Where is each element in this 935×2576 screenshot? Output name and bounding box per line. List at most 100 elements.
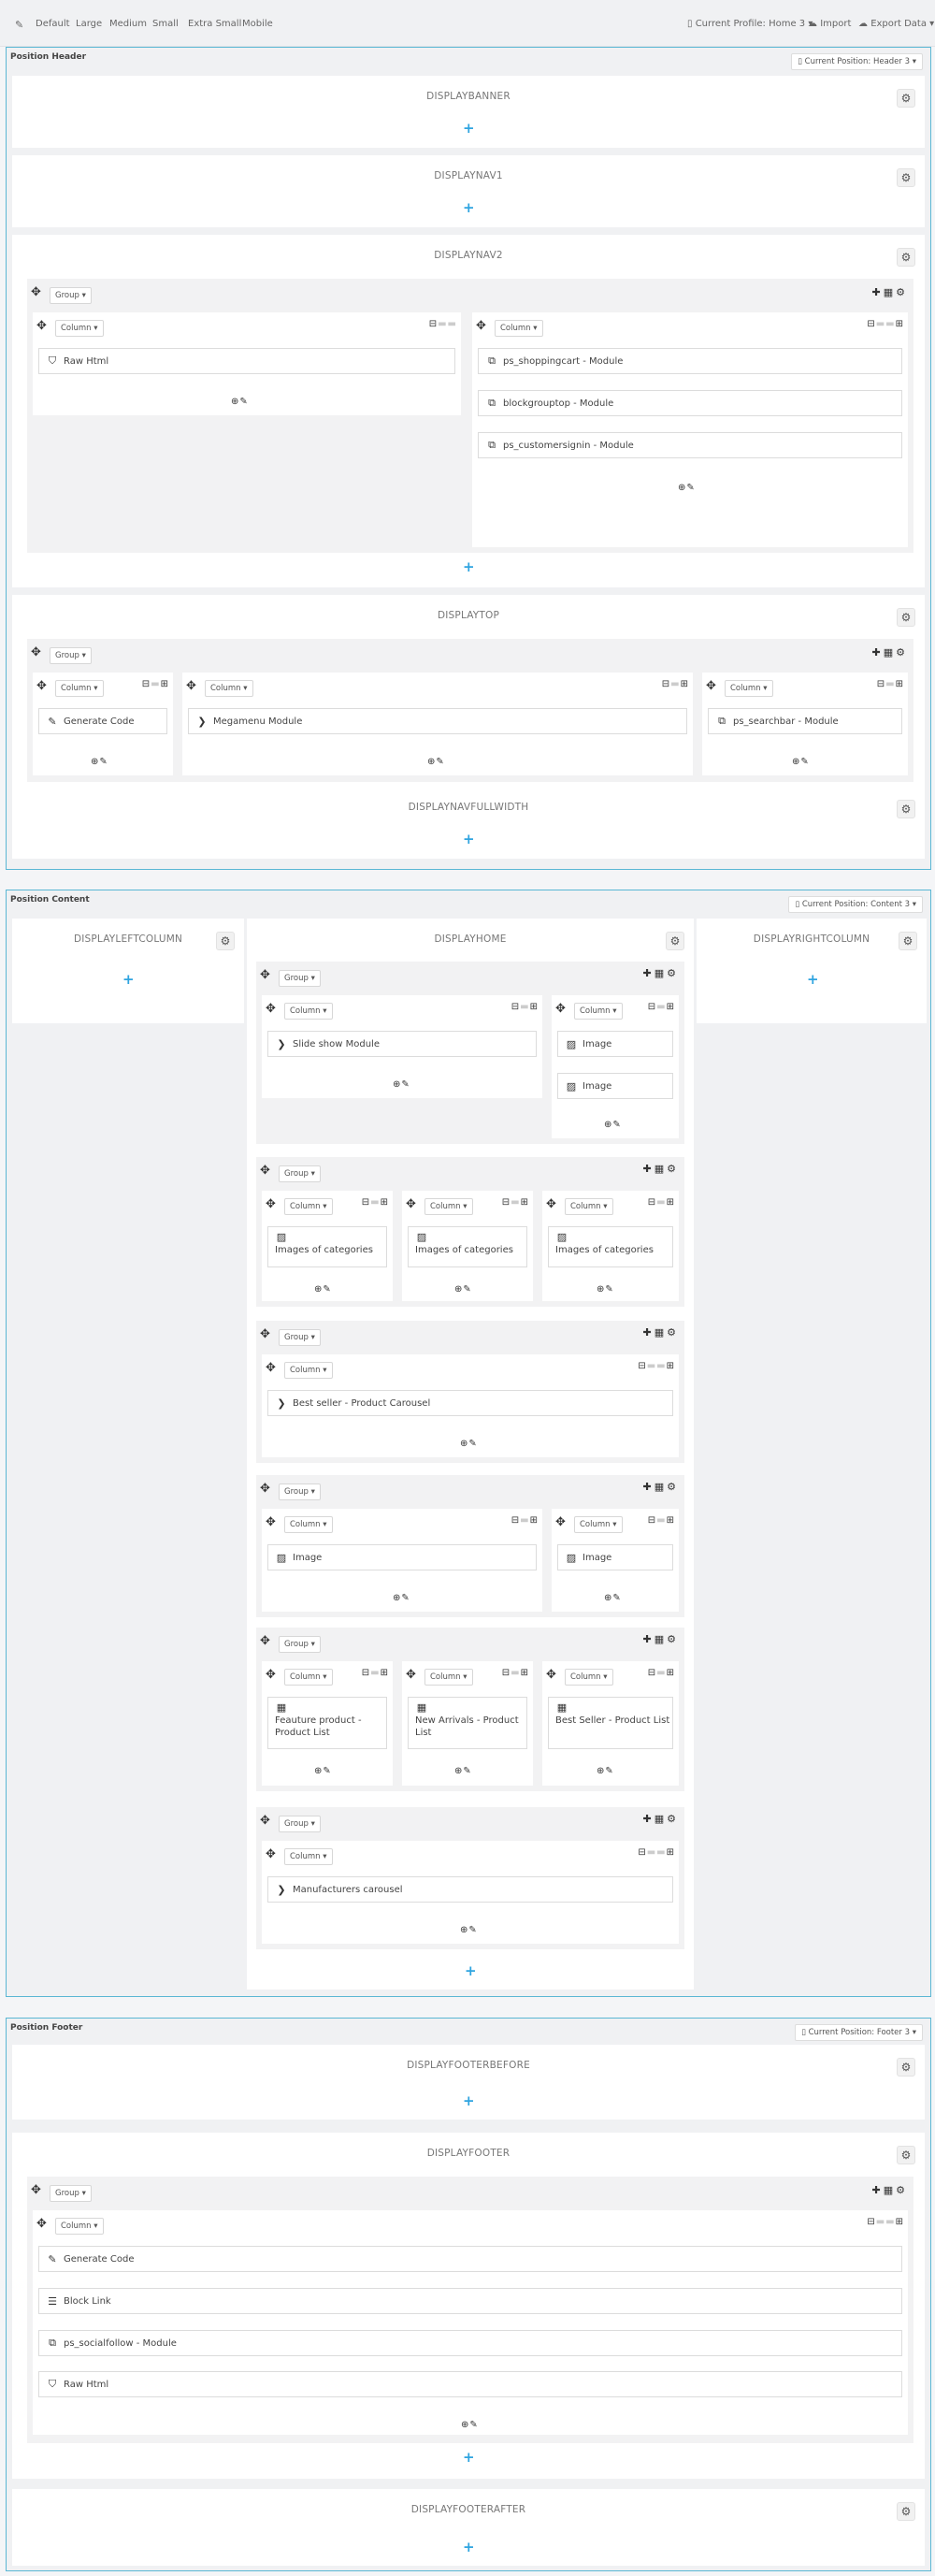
add-column-icon[interactable]: ✚	[643, 1481, 654, 1493]
minus-icon[interactable]: ⊟	[362, 1197, 370, 1208]
group-dropdown[interactable]: Group ▾	[279, 1816, 321, 1832]
gear-icon[interactable]: ⚙	[667, 1633, 679, 1645]
plus-box-icon[interactable]: ⊞	[681, 679, 689, 689]
minus-icon[interactable]: ⊟	[867, 319, 875, 329]
add-group-icon[interactable]: +	[463, 201, 475, 215]
group-dropdown[interactable]: Group ▾	[50, 647, 92, 664]
widget-image[interactable]: ▨ Image	[557, 1073, 673, 1099]
minus-icon[interactable]: ⊟	[502, 1668, 511, 1678]
move-icon[interactable]: ✥	[260, 1165, 270, 1177]
move-icon[interactable]: ✥	[31, 646, 41, 658]
add-column-icon[interactable]: ✚	[643, 1813, 654, 1825]
device-medium[interactable]: Medium	[109, 19, 147, 29]
add-widget-icon[interactable]: ⊕	[393, 1593, 401, 1603]
add-column-icon[interactable]: ✚	[643, 1163, 654, 1175]
export-data-button[interactable]: ☁ Export Data ▾	[858, 19, 934, 29]
widget-ps-socialfollow[interactable]: ⧉ ps_socialfollow - Module	[38, 2330, 902, 2356]
column-dropdown[interactable]: Column ▾	[284, 1198, 333, 1215]
plus-box-icon[interactable]: ⊞	[381, 1197, 389, 1208]
gear-icon[interactable]: ⚙	[667, 1481, 679, 1493]
add-widget-icon[interactable]: ⊕	[314, 1284, 323, 1295]
edit-icon[interactable]: ✎	[463, 1284, 471, 1295]
widget-slideshow[interactable]: ❯ Slide show Module	[267, 1031, 537, 1057]
move-icon[interactable]: ✥	[266, 1848, 276, 1860]
widget-megamenu[interactable]: ❯ Megamenu Module	[188, 708, 687, 734]
column-dropdown[interactable]: Column ▾	[55, 2218, 104, 2235]
add-group-icon[interactable]: +	[463, 832, 475, 847]
import-button[interactable]: ☁ Import	[808, 19, 851, 29]
widget-manufacturers-carousel[interactable]: ❯ Manufacturers carousel	[267, 1876, 673, 1903]
column-dropdown[interactable]: Column ▾	[574, 1003, 623, 1020]
plus-box-icon[interactable]: ⊞	[667, 1668, 675, 1678]
add-widget-icon[interactable]: ⊕	[454, 1284, 463, 1295]
column-dropdown[interactable]: Column ▾	[574, 1516, 623, 1533]
group-dropdown[interactable]: Group ▾	[279, 970, 321, 987]
group-dropdown[interactable]: Group ▾	[50, 2185, 92, 2202]
minus-icon[interactable]: ⊟	[362, 1668, 370, 1678]
move-icon[interactable]: ✥	[186, 680, 196, 692]
add-widget-icon[interactable]: ⊕	[604, 1593, 612, 1603]
gear-icon[interactable]: ⚙	[897, 800, 915, 818]
current-position-footer-button[interactable]: ▯ Current Position: Footer 3 ▾	[795, 2024, 923, 2041]
move-icon[interactable]: ✥	[546, 1669, 556, 1681]
gear-icon[interactable]: ⚙	[667, 1326, 679, 1339]
grid-icon[interactable]: ▦	[884, 2184, 896, 2196]
minus-icon[interactable]: ⊟	[511, 1515, 520, 1526]
current-position-content-button[interactable]: ▯ Current Position: Content 3 ▾	[788, 896, 923, 913]
column-dropdown[interactable]: Column ▾	[424, 1669, 473, 1686]
add-group-icon[interactable]: +	[463, 2451, 475, 2465]
minus-icon[interactable]: ⊟	[502, 1197, 511, 1208]
add-widget-icon[interactable]: ⊕	[597, 1284, 605, 1295]
plus-box-icon[interactable]: ⊞	[896, 319, 904, 329]
widget-ps-searchbar[interactable]: ⧉ ps_searchbar - Module	[708, 708, 902, 734]
gear-icon[interactable]: ⚙	[897, 2502, 915, 2521]
add-group-icon[interactable]: +	[122, 973, 135, 987]
column-dropdown[interactable]: Column ▾	[284, 1003, 333, 1020]
edit-icon[interactable]: ✎	[612, 1120, 621, 1130]
grid-icon[interactable]: ▦	[654, 1163, 667, 1175]
device-large[interactable]: Large	[76, 19, 102, 29]
add-column-icon[interactable]: ✚	[643, 1326, 654, 1339]
edit-icon[interactable]: ✎	[468, 1439, 477, 1449]
add-column-icon[interactable]: ✚	[872, 286, 884, 298]
gear-icon[interactable]: ⚙	[896, 2184, 908, 2196]
add-widget-icon[interactable]: ⊕	[604, 1120, 612, 1130]
move-icon[interactable]: ✥	[36, 2218, 47, 2230]
widget-best-seller-carousel[interactable]: ❯ Best seller - Product Carousel	[267, 1390, 673, 1416]
grid-icon[interactable]: ▦	[654, 1481, 667, 1493]
widget-generate-code[interactable]: ✎ Generate Code	[38, 2246, 902, 2272]
move-icon[interactable]: ✥	[476, 320, 486, 332]
move-icon[interactable]: ✥	[31, 286, 41, 298]
add-widget-icon[interactable]: ⊕	[454, 1766, 463, 1776]
add-column-icon[interactable]: ✚	[872, 646, 884, 658]
move-icon[interactable]: ✥	[266, 1198, 276, 1210]
edit-icon[interactable]: ✎	[99, 757, 108, 767]
add-widget-icon[interactable]: ⊕	[393, 1079, 401, 1090]
move-icon[interactable]: ✥	[555, 1003, 566, 1015]
minus-icon[interactable]: ⊟	[638, 1361, 646, 1371]
move-icon[interactable]: ✥	[266, 1003, 276, 1015]
gear-icon[interactable]: ⚙	[897, 2146, 915, 2164]
edit-icon[interactable]: ✎	[612, 1593, 621, 1603]
widget-best-seller-list[interactable]: ▦ Best Seller - Product List	[548, 1697, 673, 1749]
column-dropdown[interactable]: Column ▾	[55, 320, 104, 337]
add-group-icon[interactable]: +	[463, 122, 475, 136]
gear-icon[interactable]: ⚙	[897, 608, 915, 627]
add-widget-icon[interactable]: ⊕	[792, 757, 800, 767]
widget-image[interactable]: ▨ Image	[557, 1031, 673, 1057]
plus-box-icon[interactable]: ⊞	[667, 1515, 675, 1526]
add-widget-icon[interactable]: ⊕	[461, 2420, 469, 2430]
grid-icon[interactable]: ▦	[654, 1633, 667, 1645]
move-icon[interactable]: ✥	[36, 320, 47, 332]
widget-image[interactable]: ▨ Image	[267, 1544, 537, 1570]
column-dropdown[interactable]: Column ▾	[284, 1669, 333, 1686]
gear-icon[interactable]: ⚙	[896, 286, 908, 298]
edit-icon[interactable]: ✎	[686, 483, 695, 493]
widget-ps-shoppingcart[interactable]: ⧉ ps_shoppingcart - Module	[478, 348, 902, 374]
widget-generate-code[interactable]: ✎ Generate Code	[38, 708, 167, 734]
gear-icon[interactable]: ⚙	[897, 248, 915, 267]
widget-images-of-categories[interactable]: ▨ Images of categories	[548, 1226, 673, 1267]
grid-icon[interactable]: ▦	[884, 646, 896, 658]
move-icon[interactable]: ✥	[31, 2184, 41, 2196]
minus-icon[interactable]: ⊟	[648, 1002, 656, 1012]
